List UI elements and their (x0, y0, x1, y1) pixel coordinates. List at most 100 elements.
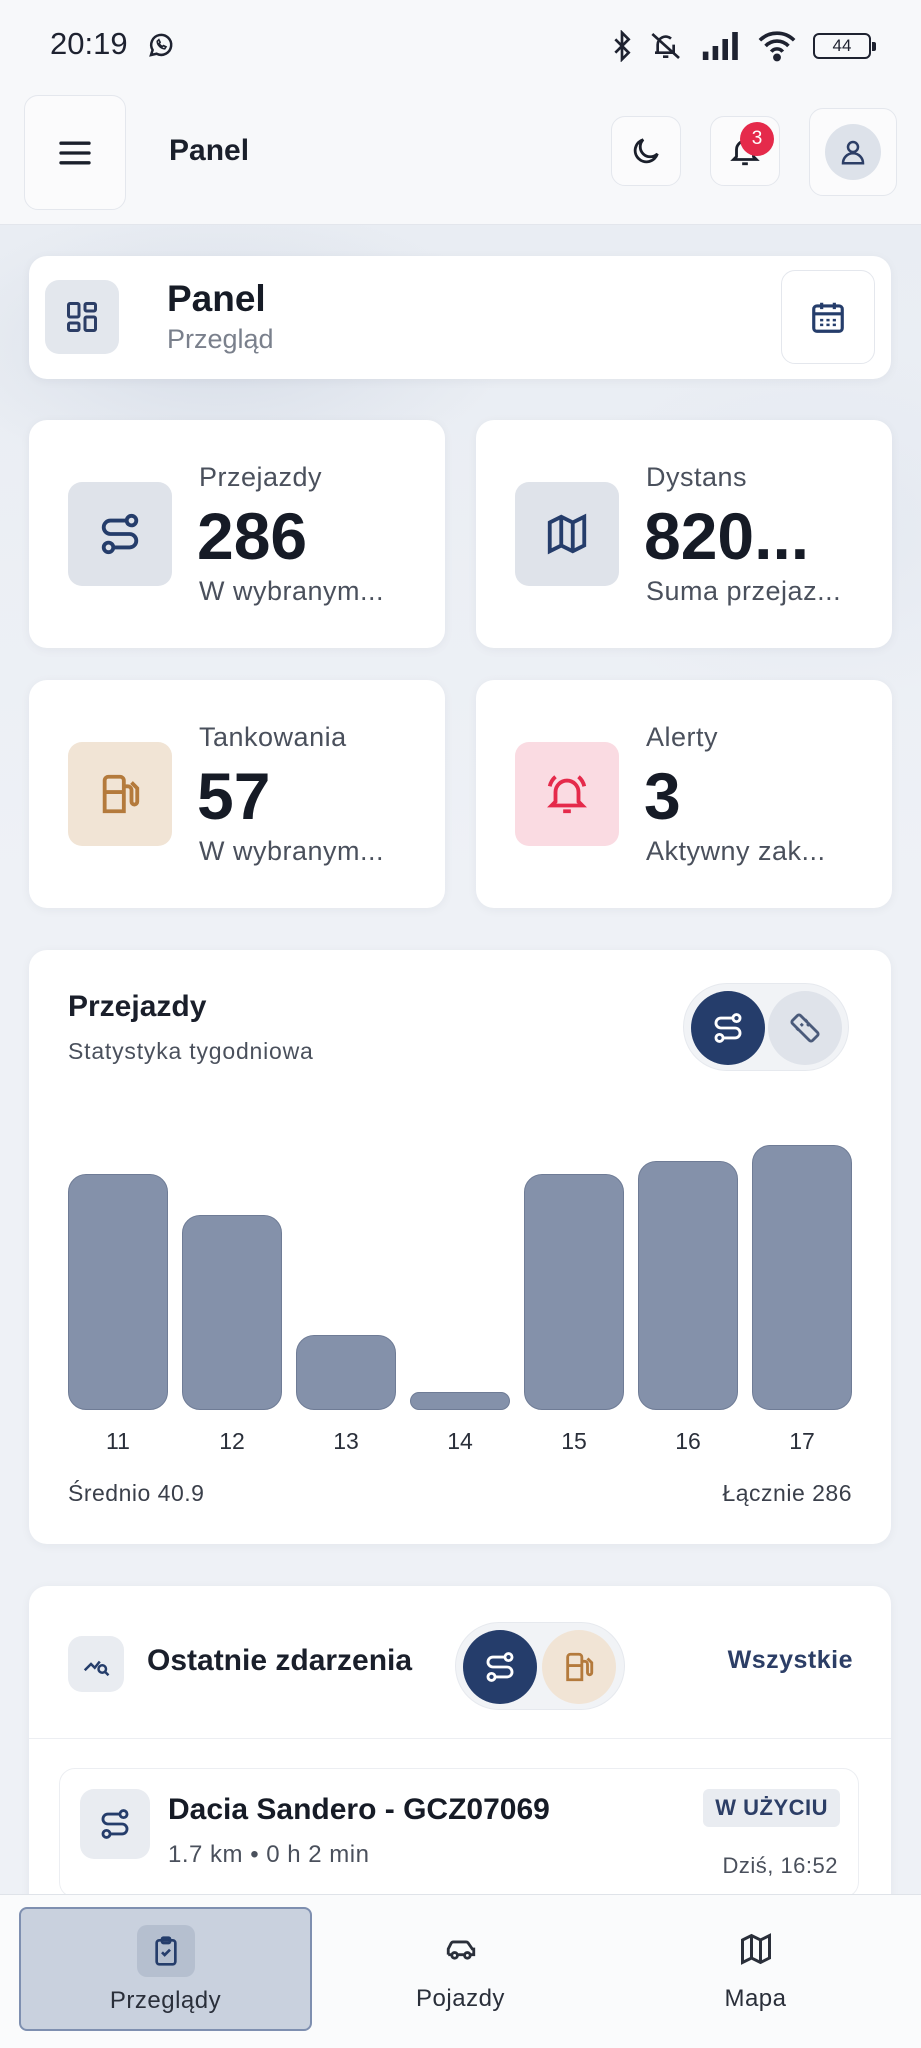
fuel-pump-icon (566, 1652, 594, 1682)
chart-bar[interactable] (752, 1145, 852, 1410)
car-icon (446, 1940, 475, 1960)
bluetooth-icon (614, 30, 631, 62)
fuel-pump-icon (102, 774, 140, 814)
status-badge: W UŻYCIU (703, 1789, 840, 1827)
map-icon (547, 513, 587, 555)
stat-label: Tankowania (199, 722, 347, 752)
stat-card-alerts[interactable]: Alerty 3 Aktywny zak... (476, 680, 892, 908)
dashboard-tile (45, 280, 119, 354)
whatsapp-icon (149, 33, 173, 57)
status-time: 20:19 (50, 26, 128, 61)
stat-card-trips[interactable]: Przejazdy 286 W wybranym... (29, 420, 445, 648)
nav-item-vehicles[interactable]: Pojazdy (314, 1907, 607, 2031)
events-tile (68, 1636, 124, 1692)
stat-value: 820... (644, 499, 810, 573)
moon-icon (633, 138, 659, 164)
map-icon (740, 1933, 771, 1965)
nav-item-reviews[interactable]: Przeglądy (19, 1907, 312, 2031)
chart-metric-toggle (683, 983, 849, 1071)
status-icons: 44 (611, 28, 876, 64)
menu-button[interactable] (24, 95, 126, 210)
stat-label: Alerty (646, 722, 719, 752)
stat-value: 57 (197, 759, 271, 833)
dashboard-icon (67, 302, 97, 332)
route-icon (101, 513, 139, 555)
muted-bell-icon (651, 33, 680, 59)
stat-value: 3 (644, 759, 681, 833)
trips-metric-button[interactable] (691, 991, 765, 1065)
app-bar: Panel 3 (0, 92, 921, 225)
chart-bar[interactable] (524, 1174, 624, 1410)
chart-x-tick-label: 13 (333, 1428, 359, 1454)
chart-search-icon (83, 1660, 110, 1677)
chart-x-tick-label: 11 (106, 1428, 130, 1454)
status-bar: 20:19 44 (0, 0, 921, 92)
event-vehicle-name: Dacia Sandero - GCZ07069 (168, 1793, 550, 1826)
chart-bar[interactable] (68, 1174, 168, 1410)
trips-filter-button[interactable] (463, 1630, 537, 1704)
route-icon (486, 1652, 514, 1682)
chart-x-tick-label: 12 (219, 1428, 245, 1454)
stat-sub: Suma przejaz... (646, 576, 842, 606)
nav-icon-wrap (727, 1923, 785, 1975)
chart-average: Średnio 40.9 (68, 1480, 205, 1506)
chart-x-tick-label: 15 (561, 1428, 587, 1454)
stat-label: Dystans (646, 462, 748, 492)
view-all-link[interactable]: Wszystkie (728, 1646, 853, 1675)
alerts-tile (515, 742, 619, 846)
refuels-filter-button[interactable] (542, 1630, 616, 1704)
date-range-button[interactable] (781, 270, 875, 364)
nav-label: Mapa (724, 1985, 787, 2012)
chart-subtitle: Statystyka tygodniowa (68, 1038, 314, 1064)
ruler-icon (790, 1013, 820, 1043)
chart-x-tick-label: 16 (675, 1428, 701, 1454)
profile-button[interactable] (809, 108, 897, 196)
stat-sub: W wybranym... (199, 836, 385, 866)
distance-metric-button[interactable] (768, 991, 842, 1065)
trips-tile (68, 482, 172, 586)
user-icon (841, 140, 865, 165)
header-card: Panel Przegląd (29, 256, 891, 379)
events-filter-toggle (455, 1622, 625, 1710)
nav-icon-wrap (432, 1923, 490, 1975)
avatar (825, 124, 881, 180)
stat-card-distance[interactable]: Dystans 820... Suma przejaz... (476, 420, 892, 648)
stat-sub: Aktywny zak... (646, 836, 826, 866)
notification-badge: 3 (740, 122, 774, 156)
chart-bar[interactable] (182, 1215, 282, 1410)
chart-title: Przejazdy (68, 990, 207, 1023)
page-title: Panel (169, 134, 250, 167)
event-time: Dziś, 16:52 (722, 1853, 838, 1878)
route-icon (101, 1809, 129, 1839)
refuels-tile (68, 742, 172, 846)
event-tile (80, 1789, 150, 1859)
calendar-icon (812, 302, 844, 333)
nav-item-map[interactable]: Mapa (609, 1907, 902, 2031)
events-title: Ostatnie zdarzenia (147, 1644, 413, 1677)
wifi-icon (758, 31, 796, 62)
nav-label: Przeglądy (109, 1987, 222, 2014)
trips-chart-card: Przejazdy Statystyka tygodniowa 11 12 13 14… (29, 950, 891, 1544)
recent-events-card: Ostatnie zdarzenia Wszystkie Dacia Sande… (29, 1586, 891, 1916)
chart-bar[interactable] (410, 1392, 510, 1410)
nav-icon-wrap (136, 1925, 195, 1977)
stat-label: Przejazdy (199, 462, 323, 492)
chart-x-tick-label: 14 (447, 1428, 473, 1454)
stat-card-refuels[interactable]: Tankowania 57 W wybranym... (29, 680, 445, 908)
battery-indicator: 44 (813, 33, 876, 59)
event-item[interactable]: Dacia Sandero - GCZ07069 1.7 km • 0 h 2 … (59, 1768, 859, 1898)
signal-icon (702, 32, 738, 60)
hamburger-icon (59, 141, 91, 164)
chart-bar[interactable] (638, 1161, 738, 1410)
header-subtitle: Przegląd (167, 324, 274, 354)
divider (29, 1738, 891, 1739)
stat-sub: W wybranym... (199, 576, 385, 606)
nav-label: Pojazdy (416, 1985, 505, 2012)
chart-x-tick-label: 17 (789, 1428, 815, 1454)
theme-toggle-button[interactable] (611, 116, 681, 186)
chart-bar[interactable] (296, 1335, 396, 1410)
event-meta: 1.7 km • 0 h 2 min (168, 1841, 370, 1868)
chart-total: Łącznie 286 (722, 1480, 852, 1506)
bottom-navigation: Przeglądy Pojazdy Mapa (0, 1894, 921, 2048)
stat-value: 286 (197, 499, 308, 573)
